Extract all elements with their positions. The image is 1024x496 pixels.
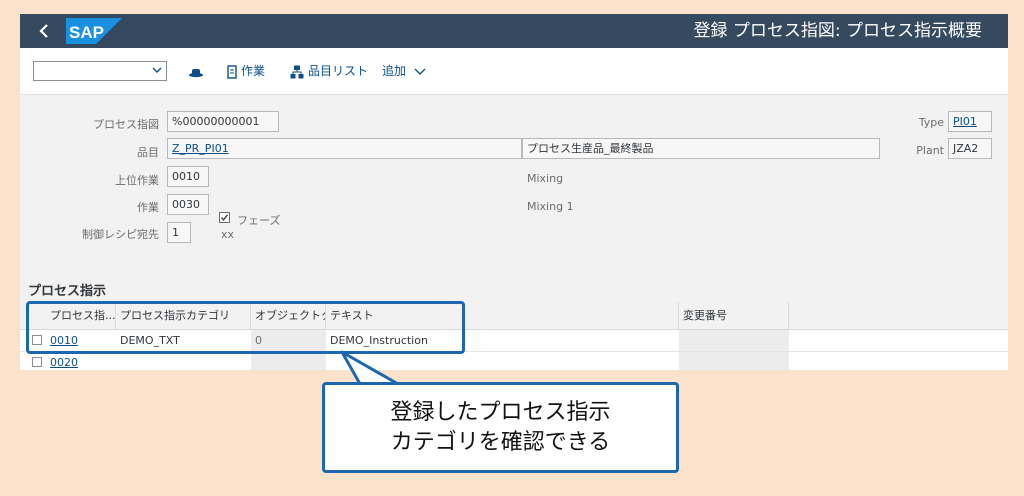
hat-button[interactable] xyxy=(188,60,208,82)
chevron-down-icon xyxy=(152,67,162,73)
phase-label: フェーズ xyxy=(237,214,281,227)
annotation-callout: 登録したプロセス指示 カテゴリを確認できる xyxy=(322,382,679,473)
hat-icon xyxy=(189,68,203,77)
operation-button[interactable]: 作業 xyxy=(227,60,265,82)
operation-label: 作業 xyxy=(137,201,159,214)
chevron-down-icon xyxy=(414,68,426,75)
change-number-cell xyxy=(679,352,789,370)
type-field[interactable]: PI01 xyxy=(948,111,992,132)
callout-pointer xyxy=(340,350,400,386)
plant-label: Plant xyxy=(916,144,944,157)
order-label: プロセス指図 xyxy=(93,118,159,131)
section-title: プロセス指示 xyxy=(28,284,107,299)
document-icon xyxy=(227,64,237,79)
variant-select[interactable] xyxy=(33,61,167,81)
recipe-destination-field[interactable]: 1 xyxy=(167,222,191,243)
operation-description: Mixing 1 xyxy=(527,200,574,213)
parent-operation-description: Mixing xyxy=(527,172,564,185)
shell-bar: SAP 登録 プロセス指図: プロセス指示概要 xyxy=(20,14,1008,48)
recipe-destination-description: xx xyxy=(221,228,235,241)
instruction-id-link[interactable]: 0020 xyxy=(46,352,116,370)
highlight-frame xyxy=(26,301,465,354)
material-list-label: 品目リスト xyxy=(308,64,369,78)
order-field[interactable]: %00000000001 xyxy=(167,111,279,132)
callout-text: 登録したプロセス指示 カテゴリを確認できる xyxy=(390,399,611,455)
add-label: 追加 xyxy=(382,64,407,78)
toolbar: 作業 品目リスト 追加 xyxy=(20,48,1008,95)
add-menu-button[interactable]: 追加 xyxy=(382,60,430,82)
object-type-cell xyxy=(251,352,326,370)
type-label: Type xyxy=(918,116,944,129)
hierarchy-icon xyxy=(290,65,304,78)
app-title: 登録 プロセス指図: プロセス指示概要 xyxy=(693,21,982,41)
phase-checkbox[interactable] xyxy=(219,212,230,223)
recipe-destination-label: 制御レシピ宛先 xyxy=(82,228,159,241)
check-icon xyxy=(221,214,229,221)
row-checkbox[interactable] xyxy=(32,357,42,367)
column-header[interactable]: 変更番号 xyxy=(679,302,789,329)
material-description-field: プロセス生産品_最終製品 xyxy=(522,138,880,159)
material-label: 品目 xyxy=(137,146,159,159)
material-field[interactable]: Z_PR_PI01 xyxy=(167,138,522,159)
operation-label: 作業 xyxy=(241,64,266,78)
parent-operation-field[interactable]: 0010 xyxy=(167,166,209,187)
back-button[interactable] xyxy=(34,20,54,42)
table-row[interactable]: 0020 xyxy=(20,352,1008,370)
sap-logo: SAP xyxy=(66,18,122,44)
change-number-cell xyxy=(679,330,789,351)
category-cell[interactable] xyxy=(116,352,251,370)
plant-field[interactable]: JZA2 xyxy=(948,138,992,159)
material-list-button[interactable]: 品目リスト xyxy=(290,60,368,82)
header-form: プロセス指図 %00000000001 品目 Z_PR_PI01 プロセス生産品… xyxy=(20,95,1008,275)
chevron-left-icon xyxy=(39,24,48,38)
operation-field[interactable]: 0030 xyxy=(167,194,209,215)
logo-text: SAP xyxy=(69,23,104,42)
parent-operation-label: 上位作業 xyxy=(115,174,159,187)
